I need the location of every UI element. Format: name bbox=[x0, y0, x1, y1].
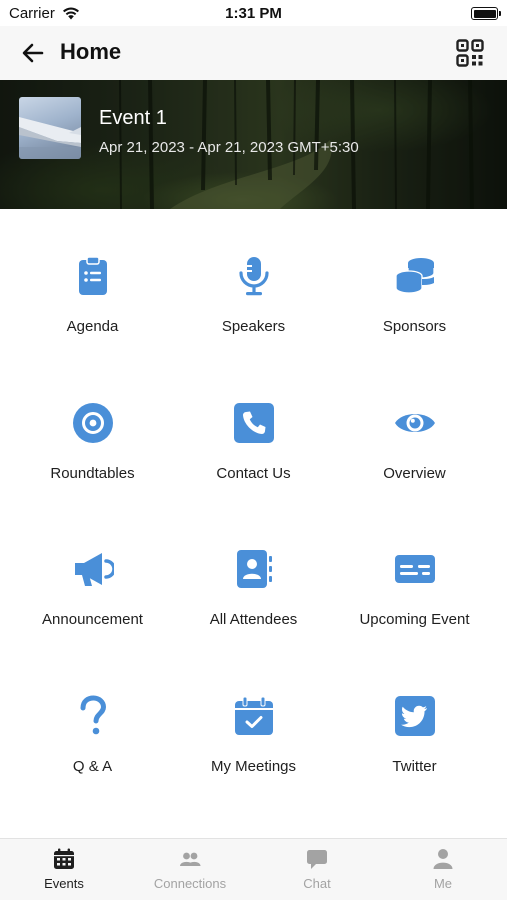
event-title: Event 1 bbox=[99, 107, 167, 129]
tab-label: Me bbox=[433, 876, 453, 891]
event-thumbnail bbox=[19, 97, 81, 159]
tab-events[interactable]: Events bbox=[1, 839, 127, 900]
menu-item-contact-us[interactable]: Contact Us bbox=[169, 356, 338, 502]
address-book-icon bbox=[237, 550, 272, 588]
menu-item-label: Upcoming Event bbox=[359, 611, 470, 628]
menu-item-overview[interactable]: Overview bbox=[330, 356, 499, 502]
menu-item-label: Roundtables bbox=[50, 465, 135, 482]
arrow-left-icon[interactable] bbox=[20, 40, 46, 66]
calendar-icon bbox=[54, 848, 74, 869]
event-banner[interactable]: Event 1 Apr 21, 2023 - Apr 21, 2023 GMT+… bbox=[0, 80, 507, 209]
megaphone-icon bbox=[75, 553, 114, 586]
menu-item-announcement[interactable]: Announcement bbox=[8, 502, 177, 648]
clipboard-list-icon bbox=[79, 256, 107, 295]
menu-item-label: All Attendees bbox=[209, 611, 298, 628]
menu-item-roundtables[interactable]: Roundtables bbox=[8, 356, 177, 502]
qr-code-icon[interactable] bbox=[456, 39, 484, 67]
menu-item-label: Speakers bbox=[221, 318, 286, 335]
menu-grid: Agenda Speakers Sponsors Roundtables Con… bbox=[0, 209, 507, 838]
menu-item-label: Q & A bbox=[72, 758, 113, 775]
target-circle-icon bbox=[73, 403, 113, 443]
menu-item-label: Contact Us bbox=[216, 465, 291, 482]
menu-item-sponsors[interactable]: Sponsors bbox=[330, 209, 499, 355]
id-card-icon bbox=[395, 555, 435, 583]
calendar-check-icon bbox=[235, 696, 273, 735]
eye-icon bbox=[395, 414, 435, 432]
menu-item-speakers[interactable]: Speakers bbox=[169, 209, 338, 355]
tab-label: Events bbox=[44, 876, 84, 891]
tab-label: Connections bbox=[153, 876, 227, 891]
twitter-icon bbox=[395, 696, 435, 736]
menu-item-q-and-a[interactable]: Q & A bbox=[8, 649, 177, 795]
user-icon bbox=[433, 849, 453, 869]
coins-stack-icon bbox=[395, 258, 435, 294]
menu-item-agenda[interactable]: Agenda bbox=[8, 209, 177, 355]
tab-bar: Events Connections Chat Me bbox=[0, 838, 507, 900]
tab-me[interactable]: Me bbox=[380, 839, 506, 900]
menu-item-label: Sponsors bbox=[382, 318, 447, 335]
users-icon bbox=[180, 852, 201, 866]
menu-item-label: Twitter bbox=[392, 758, 437, 775]
menu-item-label: My Meetings bbox=[210, 758, 297, 775]
menu-item-label: Overview bbox=[383, 465, 446, 482]
tab-label: Chat bbox=[303, 876, 331, 891]
event-dates: Apr 21, 2023 - Apr 21, 2023 GMT+5:30 bbox=[99, 139, 359, 156]
navigation-bar: Home bbox=[0, 26, 507, 80]
question-mark-icon bbox=[80, 695, 107, 735]
menu-item-label: Announcement bbox=[42, 611, 143, 628]
menu-item-label: Agenda bbox=[66, 318, 119, 335]
clock: 1:31 PM bbox=[225, 5, 282, 22]
status-bar: Carrier 1:31 PM bbox=[0, 0, 507, 26]
phone-square-icon bbox=[234, 403, 274, 443]
menu-item-my-meetings[interactable]: My Meetings bbox=[169, 649, 338, 795]
microphone-icon bbox=[239, 257, 269, 296]
tab-connections[interactable]: Connections bbox=[127, 839, 253, 900]
battery-icon bbox=[471, 7, 501, 20]
menu-item-twitter[interactable]: Twitter bbox=[330, 649, 499, 795]
menu-item-upcoming-event[interactable]: Upcoming Event bbox=[330, 502, 499, 648]
page-title: Home bbox=[60, 39, 122, 64]
tab-chat[interactable]: Chat bbox=[254, 839, 380, 900]
chat-bubble-icon bbox=[307, 850, 327, 869]
menu-item-all-attendees[interactable]: All Attendees bbox=[169, 502, 338, 648]
